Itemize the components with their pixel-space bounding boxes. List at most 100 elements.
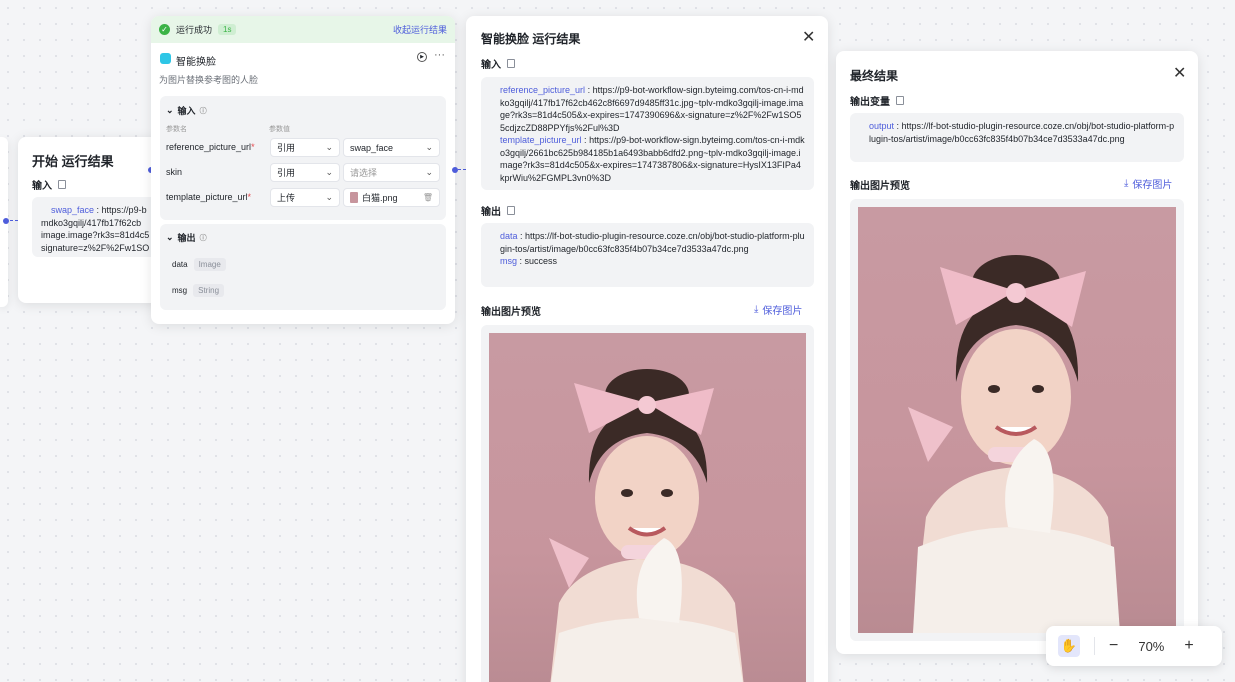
plugin-icon: [160, 53, 171, 64]
portrait-illustration: [549, 369, 744, 682]
output-section-header[interactable]: ⌄ 输出 ⓘ: [166, 231, 207, 244]
param-type-value: 引用: [277, 168, 296, 178]
delete-icon[interactable]: 🗑: [423, 193, 433, 202]
start-input-line: image.image?rk3s=81d4c5: [41, 230, 150, 240]
start-input-text: 输入: [32, 181, 52, 192]
param-value: swap_face: [350, 142, 394, 153]
chevron-down-icon: ⌄: [166, 232, 174, 242]
final-preview-label: 输出图片预览: [850, 181, 910, 192]
file-thumbnail-icon: [350, 192, 358, 203]
input-key: template_picture_url: [500, 135, 582, 145]
output-row: data Image: [172, 258, 226, 271]
param-name-text: template_picture_url: [166, 192, 248, 202]
chevron-down-icon: ⌄: [325, 167, 333, 177]
output-name: data: [172, 260, 188, 269]
param-name-text: skin: [166, 167, 183, 177]
download-icon: ⤓: [1124, 178, 1129, 189]
start-input-box: swap_face : https://p9-b mdko3gqilj/417f…: [32, 197, 160, 257]
output-value: https://lf-bot-studio-plugin-resource.co…: [500, 231, 805, 254]
save-image-button[interactable]: ⤓ 保存图片: [754, 302, 802, 317]
start-input-key: swap_face: [51, 205, 95, 215]
param-value-select[interactable]: swap_face ⌄: [343, 138, 440, 157]
close-icon[interactable]: ✕: [802, 30, 815, 46]
close-icon[interactable]: ✕: [1173, 66, 1186, 82]
save-image-label: 保存图片: [1132, 180, 1173, 191]
node-description: 为图片替换参考图的人脸: [159, 75, 259, 85]
param-row: skin 引用 ⌄ 请选择 ⌄: [166, 163, 442, 182]
run-status-bar: ✓ 运行成功 1s 收起运行结果: [151, 16, 455, 43]
result-title: 智能换脸 运行结果: [481, 32, 581, 46]
zoom-control: ✋ − 70% +: [1046, 626, 1222, 666]
save-image-button[interactable]: ⤓ 保存图片: [1124, 176, 1172, 191]
copy-icon[interactable]: [896, 96, 904, 105]
preview-label: 输出图片预览: [481, 307, 541, 318]
portrait-illustration: [908, 255, 1120, 633]
output-type-tag: Image: [193, 258, 226, 271]
output-row: msg String: [172, 284, 225, 297]
input-section-label: 输入: [177, 106, 196, 116]
param-type-value: 引用: [277, 143, 296, 153]
run-status-text: 运行成功: [176, 25, 213, 35]
copy-icon[interactable]: [507, 59, 515, 68]
final-title: 最终结果: [850, 69, 899, 83]
param-name: template_picture_url*: [166, 192, 251, 202]
param-type-select[interactable]: 引用 ⌄: [270, 138, 340, 157]
connection-line: [458, 169, 466, 170]
param-type-value: 上传: [277, 193, 296, 203]
output-key: output: [869, 121, 895, 131]
result-output-label: 输出: [481, 203, 515, 218]
start-input-label: 输入: [32, 177, 66, 192]
param-row: template_picture_url* 上传 ⌄ 白猫.png 🗑: [166, 188, 442, 207]
chevron-down-icon: ⌄: [325, 192, 333, 202]
more-icon[interactable]: ···: [434, 49, 445, 61]
final-result-panel: 最终结果 ✕ 输出变量 output : https://lf-bot-stud…: [836, 51, 1198, 654]
output-name: msg: [172, 286, 188, 295]
face-swap-result-panel: 智能换脸 运行结果 ✕ 输入 reference_picture_url : h…: [466, 16, 828, 682]
uploaded-file[interactable]: 白猫.png 🗑: [343, 188, 440, 207]
chevron-down-icon: ⌄: [325, 142, 333, 152]
param-type-select[interactable]: 上传 ⌄: [270, 188, 340, 207]
input-section-header[interactable]: ⌄ 输入 ⓘ: [166, 104, 207, 117]
chevron-down-icon: ⌄: [425, 167, 433, 177]
param-type-select[interactable]: 引用 ⌄: [270, 163, 340, 182]
connection-port[interactable]: [3, 218, 9, 224]
chevron-down-icon: ⌄: [425, 142, 433, 152]
zoom-level: 70%: [1138, 638, 1165, 654]
face-swap-node[interactable]: ✓ 运行成功 1s 收起运行结果 智能换脸 ▶ ··· 为图片替换参考图的人脸 …: [151, 16, 455, 324]
required-mark: *: [251, 142, 255, 152]
col-param-header: 参数名: [166, 126, 187, 133]
param-name: reference_picture_url*: [166, 142, 255, 152]
copy-icon[interactable]: [507, 206, 515, 215]
zoom-in-button[interactable]: +: [1184, 637, 1193, 655]
output-section-label: 输出: [177, 233, 196, 243]
output-image-preview: [489, 333, 806, 682]
output-type-tag: String: [193, 284, 225, 297]
result-input-text: 输入: [481, 60, 501, 71]
param-name-text: reference_picture_url: [166, 142, 252, 152]
hand-tool-button[interactable]: ✋: [1058, 635, 1080, 657]
output-key: data: [500, 231, 518, 241]
start-input-line: https://p9-b: [101, 205, 147, 215]
play-icon[interactable]: ▶: [417, 52, 427, 62]
start-result-panel: 开始 运行结果 输入 swap_face : https://p9-b mdko…: [18, 137, 160, 303]
result-input-label: 输入: [481, 56, 515, 71]
zoom-out-button[interactable]: −: [1109, 637, 1118, 655]
info-icon: ⓘ: [199, 234, 207, 242]
check-circle-icon: ✓: [159, 24, 170, 35]
param-value: 请选择: [350, 168, 378, 178]
param-value-select[interactable]: 请选择 ⌄: [343, 163, 440, 182]
start-input-line: mdko3gqilj/417fb17f62cb: [41, 217, 142, 228]
info-icon: ⓘ: [199, 107, 207, 115]
output-key: msg: [500, 256, 518, 266]
connection-port[interactable]: [452, 167, 458, 173]
input-key: reference_picture_url: [500, 85, 586, 95]
copy-icon[interactable]: [58, 180, 66, 189]
final-output-box: output : https://lf-bot-studio-plugin-re…: [850, 113, 1184, 162]
output-section: ⌄ 输出 ⓘ data Image msg String: [160, 224, 446, 310]
start-panel-title: 开始 运行结果: [32, 154, 114, 169]
final-image-preview: [858, 207, 1176, 633]
collapse-results-link[interactable]: 收起运行结果: [393, 23, 447, 36]
param-name: skin: [166, 167, 182, 177]
file-name: 白猫.png: [362, 193, 398, 203]
download-icon: ⤓: [754, 304, 759, 315]
